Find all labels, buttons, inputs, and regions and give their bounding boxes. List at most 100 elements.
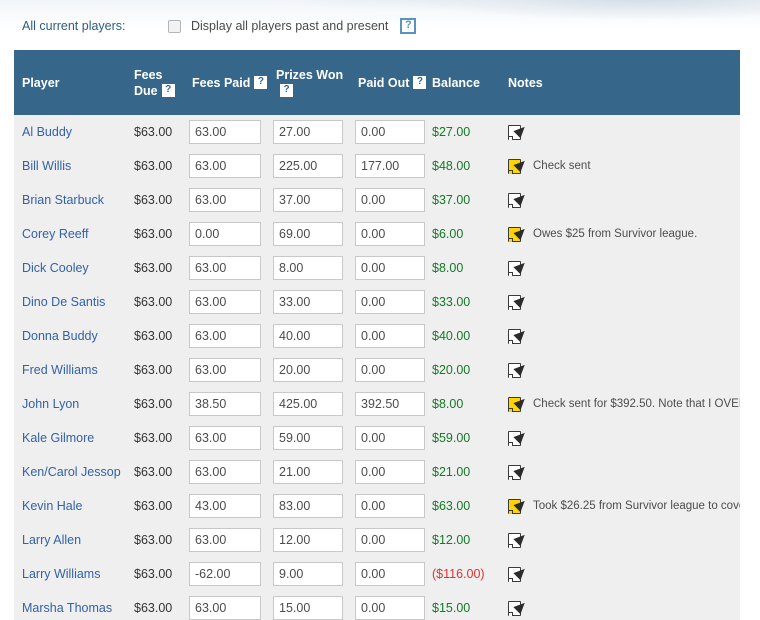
player-link[interactable]: Dick Cooley	[22, 261, 89, 275]
paid-out-input[interactable]	[355, 392, 425, 416]
help-question-icon[interactable]	[400, 18, 417, 34]
paid-out-input[interactable]	[355, 290, 425, 314]
prizes-won-input[interactable]	[273, 188, 343, 212]
help-question-icon-fees-due[interactable]	[161, 83, 175, 97]
cell-prizes-won	[268, 115, 350, 149]
note-edit-icon[interactable]	[508, 190, 529, 209]
player-link[interactable]: Dino De Santis	[22, 295, 105, 309]
notes-wrapper	[508, 428, 740, 447]
paid-out-input[interactable]	[355, 154, 425, 178]
prizes-won-input[interactable]	[273, 596, 343, 620]
fees-paid-input[interactable]	[189, 392, 261, 416]
player-link[interactable]: Brian Starbuck	[22, 193, 104, 207]
prizes-won-input[interactable]	[273, 528, 343, 552]
column-header-paid-out[interactable]: Paid Out	[350, 50, 428, 115]
prizes-won-input[interactable]	[273, 324, 343, 348]
column-header-balance[interactable]: Balance	[428, 50, 500, 115]
cell-paid-out	[350, 489, 428, 523]
cell-balance: $12.00	[428, 523, 500, 557]
prizes-won-input[interactable]	[273, 154, 343, 178]
player-link[interactable]: Al Buddy	[22, 125, 72, 139]
column-header-fees-due[interactable]: Fees Due	[126, 50, 184, 115]
note-edit-icon[interactable]	[508, 598, 529, 617]
fees-paid-input[interactable]	[189, 120, 261, 144]
paid-out-input[interactable]	[355, 494, 425, 518]
prizes-won-input[interactable]	[273, 460, 343, 484]
player-link[interactable]: Larry Allen	[22, 533, 81, 547]
fees-paid-input[interactable]	[189, 358, 261, 382]
cell-fees-due: $63.00	[126, 183, 184, 217]
fees-paid-input[interactable]	[189, 562, 261, 586]
help-question-icon-prizes-won[interactable]	[280, 83, 293, 97]
player-link[interactable]: Larry Williams	[22, 567, 100, 581]
paid-out-input[interactable]	[355, 222, 425, 246]
column-header-prizes-won[interactable]: Prizes Won	[268, 50, 350, 115]
prizes-won-input[interactable]	[273, 562, 343, 586]
note-edit-icon[interactable]	[508, 428, 529, 447]
fees-paid-input[interactable]	[189, 494, 261, 518]
prizes-won-input[interactable]	[273, 256, 343, 280]
prizes-won-input[interactable]	[273, 426, 343, 450]
prizes-won-input[interactable]	[273, 120, 343, 144]
note-edit-icon[interactable]	[508, 564, 529, 583]
cell-balance: $59.00	[428, 421, 500, 455]
note-edit-icon[interactable]	[508, 156, 529, 175]
player-link[interactable]: Bill Willis	[22, 159, 71, 173]
player-link[interactable]: Ken/Carol Jessop	[22, 465, 121, 479]
table-row: Bill Willis $63.00 $48.00 Check sent	[14, 149, 740, 183]
note-edit-icon[interactable]	[508, 224, 529, 243]
paid-out-input[interactable]	[355, 562, 425, 586]
note-edit-icon[interactable]	[508, 122, 529, 141]
prizes-won-input[interactable]	[273, 222, 343, 246]
player-link[interactable]: John Lyon	[22, 397, 79, 411]
prizes-won-input[interactable]	[273, 494, 343, 518]
cell-notes	[500, 421, 740, 455]
fees-paid-input[interactable]	[189, 324, 261, 348]
note-edit-icon[interactable]	[508, 496, 529, 515]
column-header-notes[interactable]: Notes	[500, 50, 740, 115]
player-link[interactable]: Fred Williams	[22, 363, 98, 377]
note-edit-icon[interactable]	[508, 360, 529, 379]
paid-out-input[interactable]	[355, 188, 425, 212]
note-edit-icon[interactable]	[508, 326, 529, 345]
help-question-icon-fees-paid[interactable]	[254, 75, 268, 89]
paid-out-input[interactable]	[355, 528, 425, 552]
note-edit-icon[interactable]	[508, 530, 529, 549]
prizes-won-input[interactable]	[273, 290, 343, 314]
note-edit-icon[interactable]	[508, 292, 529, 311]
fees-paid-input[interactable]	[189, 154, 261, 178]
note-edit-icon[interactable]	[508, 394, 529, 413]
fees-paid-input[interactable]	[189, 528, 261, 552]
fees-paid-input[interactable]	[189, 256, 261, 280]
player-link[interactable]: Corey Reeff	[22, 227, 88, 241]
paid-out-input[interactable]	[355, 596, 425, 620]
fees-paid-input[interactable]	[189, 460, 261, 484]
paid-out-input[interactable]	[355, 120, 425, 144]
note-edit-icon[interactable]	[508, 258, 529, 277]
player-link[interactable]: Kevin Hale	[22, 499, 82, 513]
column-header-player[interactable]: Player	[14, 50, 126, 115]
player-link[interactable]: Kale Gilmore	[22, 431, 94, 445]
paid-out-input[interactable]	[355, 426, 425, 450]
fees-paid-input[interactable]	[189, 426, 261, 450]
balance-value: $48.00	[432, 159, 471, 173]
player-link[interactable]: Marsha Thomas	[22, 601, 112, 615]
player-link[interactable]: Donna Buddy	[22, 329, 98, 343]
fees-paid-input[interactable]	[189, 188, 261, 212]
notes-wrapper	[508, 598, 740, 617]
cell-fees-paid	[184, 591, 268, 620]
prizes-won-input[interactable]	[273, 392, 343, 416]
prizes-won-input[interactable]	[273, 358, 343, 382]
fees-paid-input[interactable]	[189, 596, 261, 620]
fees-paid-input[interactable]	[189, 222, 261, 246]
note-edit-icon[interactable]	[508, 462, 529, 481]
display-all-players-checkbox[interactable]	[168, 19, 181, 33]
fees-paid-input[interactable]	[189, 290, 261, 314]
help-question-icon-paid-out[interactable]	[413, 75, 427, 89]
paid-out-input[interactable]	[355, 358, 425, 382]
paid-out-input[interactable]	[355, 256, 425, 280]
cell-fees-paid	[184, 183, 268, 217]
paid-out-input[interactable]	[355, 460, 425, 484]
column-header-fees-paid[interactable]: Fees Paid	[184, 50, 268, 115]
paid-out-input[interactable]	[355, 324, 425, 348]
